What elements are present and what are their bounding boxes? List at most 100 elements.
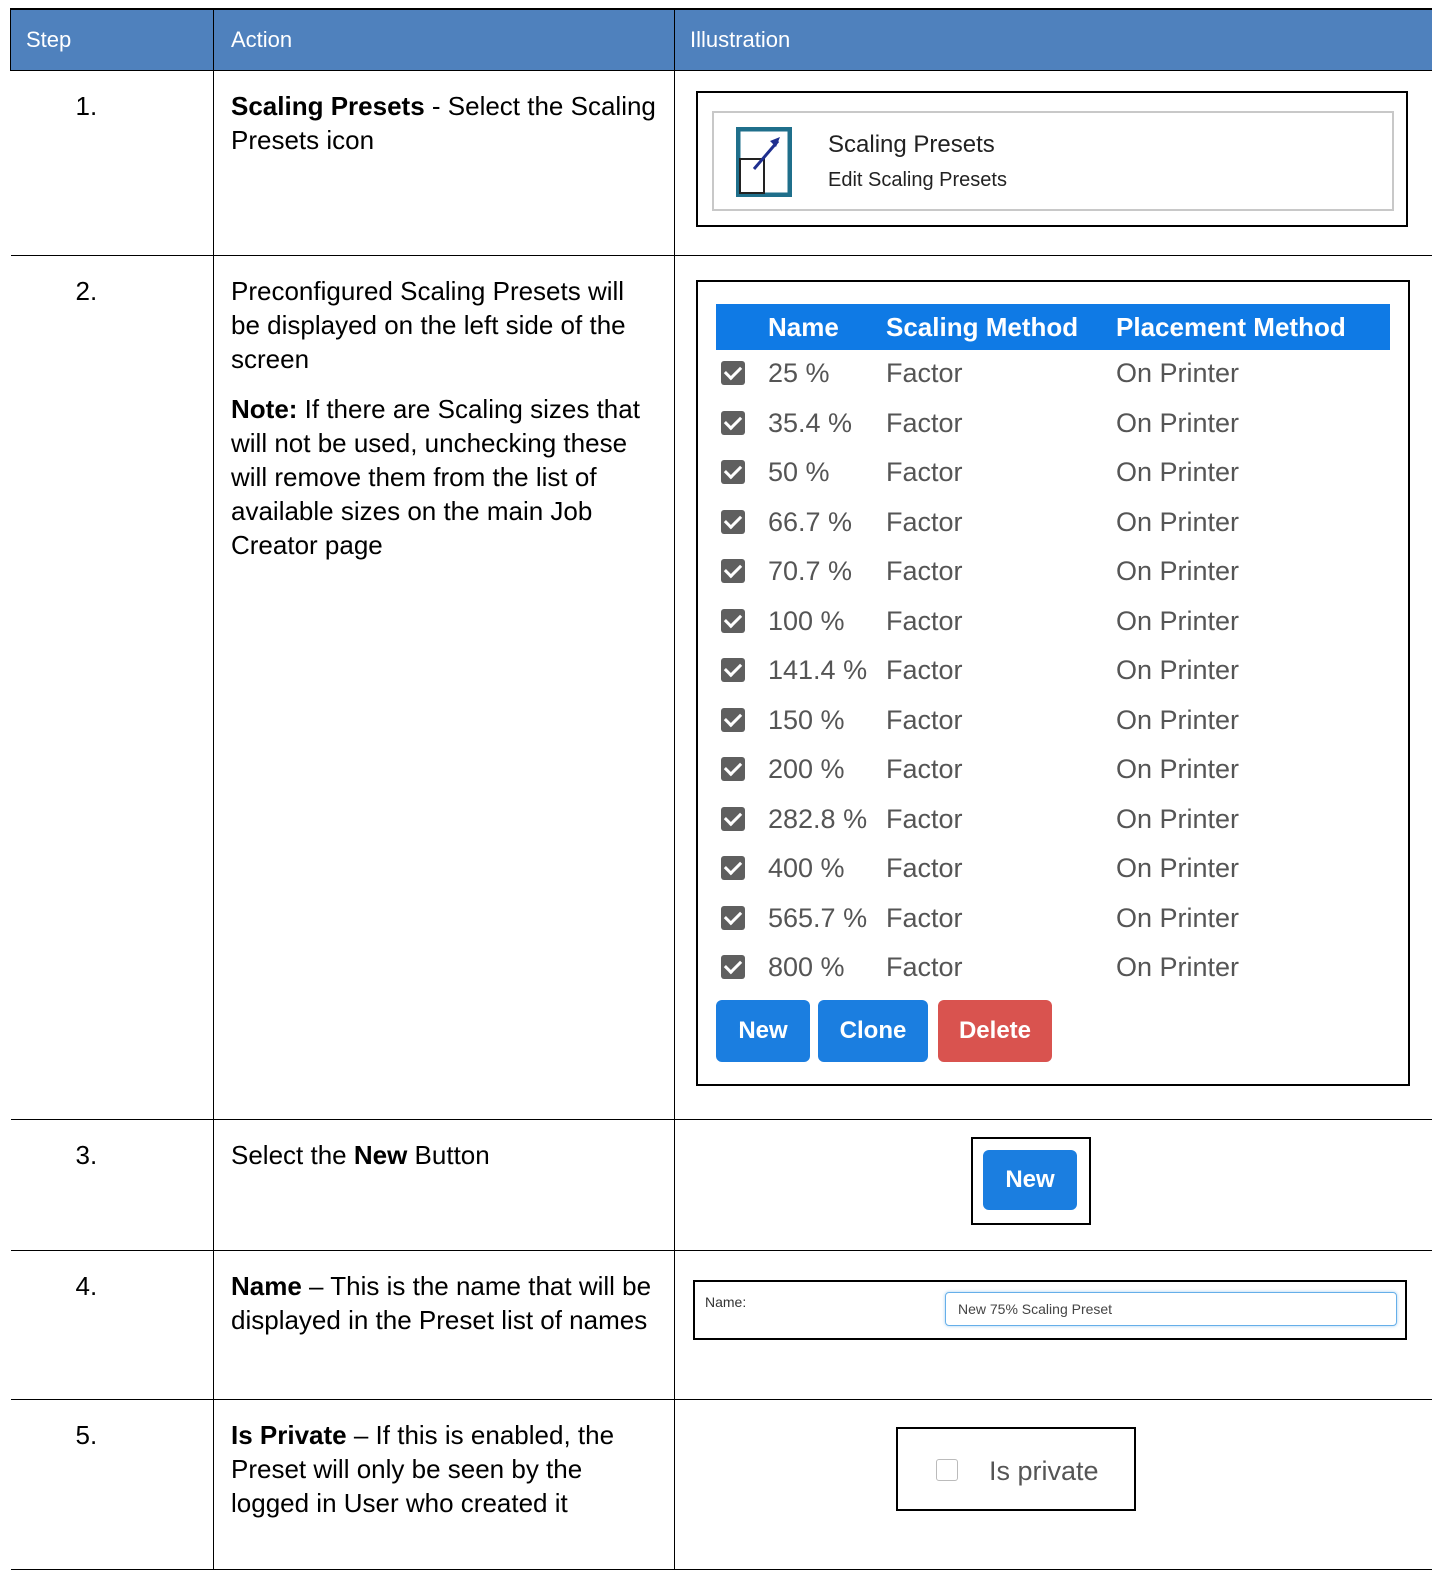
preset-placement-method: On Printer	[1116, 358, 1239, 389]
illustration-cell: Name: New 75% Scaling Preset	[675, 1251, 1432, 1400]
preset-scaling-method: Factor	[886, 754, 963, 785]
preset-placement-method: On Printer	[1116, 903, 1239, 934]
table-row: 25 %FactorOn Printer	[716, 350, 1390, 399]
is-private-label: Is private	[989, 1456, 1099, 1487]
instruction-table: Step Action Illustration 1. Scaling Pres…	[10, 8, 1432, 1570]
preset-name: 565.7 %	[768, 903, 867, 934]
preset-placement-method: On Printer	[1116, 804, 1239, 835]
clone-button[interactable]: Clone	[818, 1000, 928, 1062]
preset-placement-method: On Printer	[1116, 556, 1239, 587]
preset-scaling-method: Factor	[886, 903, 963, 934]
scaling-presets-tile[interactable]: Scaling Presets Edit Scaling Presets	[712, 111, 1394, 211]
is-private-checkbox[interactable]	[936, 1459, 958, 1481]
table-row: 282.8 %FactorOn Printer	[716, 796, 1390, 845]
illustration-frame: Name: New 75% Scaling Preset	[693, 1280, 1407, 1340]
tile-subtitle: Edit Scaling Presets	[828, 169, 1007, 192]
preset-checkbox[interactable]	[721, 807, 745, 831]
action-text: Select the	[231, 1140, 354, 1170]
table-row: 35.4 %FactorOn Printer	[716, 400, 1390, 449]
preset-name: 141.4 %	[768, 655, 867, 686]
preset-scaling-method: Factor	[886, 408, 963, 439]
action-cell: Select the New Button	[214, 1120, 675, 1251]
table-row: 2. Preconfigured Scaling Presets will be…	[11, 256, 1432, 1120]
action-bold: Scaling Presets	[231, 91, 425, 121]
preset-name: 200 %	[768, 754, 845, 785]
preset-checkbox[interactable]	[721, 510, 745, 534]
column-scaling-method: Scaling Method	[886, 312, 1078, 343]
step-cell: 3.	[11, 1120, 214, 1251]
preset-scaling-method: Factor	[886, 952, 963, 983]
presets-table-header: Name Scaling Method Placement Method	[716, 304, 1390, 350]
action-bold: Is Private	[231, 1420, 347, 1450]
note-label: Note:	[231, 394, 297, 424]
preset-checkbox[interactable]	[721, 658, 745, 682]
tile-title: Scaling Presets	[828, 131, 995, 159]
table-header-row: Step Action Illustration	[11, 9, 1432, 71]
action-paragraph: Preconfigured Scaling Presets will be di…	[231, 274, 660, 376]
header-step: Step	[11, 9, 214, 71]
preset-scaling-method: Factor	[886, 655, 963, 686]
preset-checkbox[interactable]	[721, 708, 745, 732]
preset-name: 400 %	[768, 853, 845, 884]
delete-button[interactable]: Delete	[938, 1000, 1052, 1062]
preset-scaling-method: Factor	[886, 705, 963, 736]
step-cell: 4.	[11, 1251, 214, 1400]
preset-placement-method: On Printer	[1116, 507, 1239, 538]
step-number: 4.	[11, 1251, 214, 1302]
action-cell: Preconfigured Scaling Presets will be di…	[214, 256, 675, 1120]
illustration-cell: New	[675, 1120, 1432, 1251]
preset-checkbox[interactable]	[721, 609, 745, 633]
table-row: 200 %FactorOn Printer	[716, 746, 1390, 795]
preset-placement-method: On Printer	[1116, 705, 1239, 736]
preset-scaling-method: Factor	[886, 507, 963, 538]
preset-scaling-method: Factor	[886, 853, 963, 884]
preset-checkbox[interactable]	[721, 955, 745, 979]
table-row: 141.4 %FactorOn Printer	[716, 647, 1390, 696]
preset-name: 100 %	[768, 606, 845, 637]
preset-checkbox[interactable]	[721, 411, 745, 435]
action-cell: Is Private – If this is enabled, the Pre…	[214, 1400, 675, 1570]
table-row: 100 % Factor On Printer	[716, 598, 1390, 647]
preset-placement-method: On Printer	[1116, 408, 1239, 439]
preset-checkbox[interactable]	[721, 361, 745, 385]
table-row: 66.7 %FactorOn Printer	[716, 499, 1390, 548]
preset-placement-method: On Printer	[1116, 952, 1239, 983]
preset-checkbox[interactable]	[721, 906, 745, 930]
table-row: 70.7 %FactorOn Printer	[716, 548, 1390, 597]
action-cell: Scaling Presets - Select the Scaling Pre…	[214, 71, 675, 256]
illustration-frame: New	[971, 1137, 1091, 1225]
preset-name: 25 %	[768, 358, 830, 389]
name-input[interactable]: New 75% Scaling Preset	[945, 1292, 1397, 1326]
new-button[interactable]: New	[716, 1000, 810, 1062]
step-number: 1.	[11, 71, 214, 122]
action-bold: Name	[231, 1271, 302, 1301]
illustration-frame: Scaling Presets Edit Scaling Presets	[696, 91, 1408, 227]
note-paragraph: Note: If there are Scaling sizes that wi…	[231, 392, 660, 562]
preset-checkbox[interactable]	[721, 460, 745, 484]
step-cell: 1.	[11, 71, 214, 256]
action-text: Button	[407, 1140, 489, 1170]
header-illustration: Illustration	[675, 9, 1432, 71]
illustration-frame: Is private	[896, 1427, 1136, 1511]
preset-checkbox[interactable]	[721, 856, 745, 880]
new-button[interactable]: New	[983, 1150, 1077, 1210]
table-row: 50 %FactorOn Printer	[716, 449, 1390, 498]
preset-name: 800 %	[768, 952, 845, 983]
preset-checkbox[interactable]	[721, 757, 745, 781]
preset-placement-method: On Printer	[1116, 853, 1239, 884]
step-cell: 5.	[11, 1400, 214, 1570]
preset-checkbox[interactable]	[721, 559, 745, 583]
preset-scaling-method: Factor	[886, 804, 963, 835]
header-action: Action	[214, 9, 675, 71]
illustration-cell: Is private	[675, 1400, 1432, 1570]
preset-name: 150 %	[768, 705, 845, 736]
table-row: 800 % Factor On Printer	[716, 944, 1390, 993]
preset-name: 50 %	[768, 457, 830, 488]
step-number: 3.	[11, 1120, 214, 1171]
preset-name: 70.7 %	[768, 556, 852, 587]
table-row: 3. Select the New Button New	[11, 1120, 1432, 1251]
step-cell: 2.	[11, 256, 214, 1120]
table-row: 565.7 % Factor On Printer	[716, 895, 1390, 944]
preset-placement-method: On Printer	[1116, 606, 1239, 637]
preset-scaling-method: Factor	[886, 606, 963, 637]
